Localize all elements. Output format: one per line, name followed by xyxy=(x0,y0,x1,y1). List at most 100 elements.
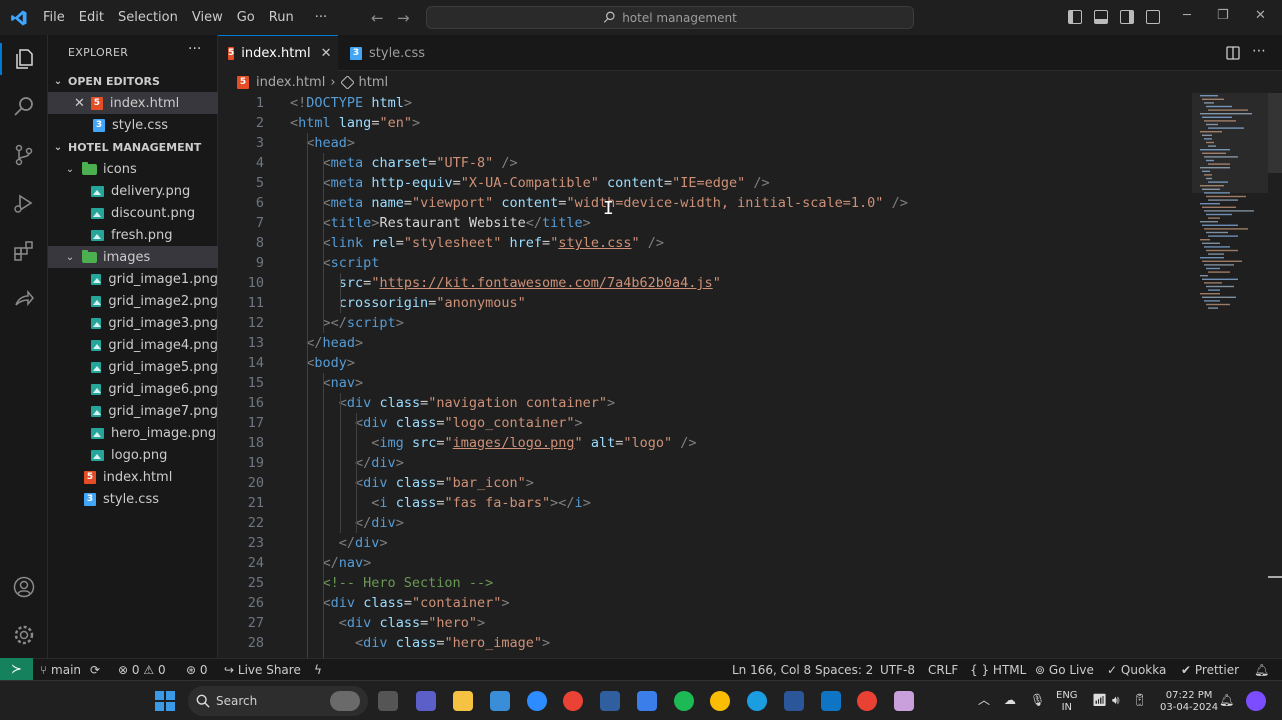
vscode-taskbar-icon[interactable] xyxy=(821,691,841,711)
tree-file[interactable]: delivery.png xyxy=(48,180,218,202)
settings-gear-icon[interactable] xyxy=(12,623,36,647)
tray-chevron-icon[interactable]: ︿ xyxy=(978,694,990,706)
code-line[interactable]: </nav> xyxy=(290,553,372,573)
snip-app-icon[interactable] xyxy=(894,691,914,711)
taskbar-search[interactable]: Search xyxy=(188,686,368,716)
breadcrumb-file[interactable]: index.html xyxy=(256,75,325,90)
tree-file[interactable]: 5 index.html xyxy=(48,466,218,488)
customize-layout-icon[interactable] xyxy=(1146,10,1160,24)
code-line[interactable]: <meta http-equiv="X-UA-Compatible" conte… xyxy=(290,173,770,193)
code-line[interactable]: <body> xyxy=(290,353,355,373)
sync-icon[interactable]: ⟳ xyxy=(90,659,100,681)
go-live-status[interactable]: ⊚ Go Live xyxy=(1035,659,1094,681)
forward-arrow-icon[interactable]: → xyxy=(397,9,410,27)
tree-file[interactable]: discount.png xyxy=(48,202,218,224)
quokka-status[interactable]: ✓ Quokka xyxy=(1107,659,1166,681)
code-line[interactable]: <div class="bar_icon"> xyxy=(290,473,534,493)
chrome-icon[interactable] xyxy=(563,691,583,711)
language-mode[interactable]: { } HTML xyxy=(970,659,1026,681)
tree-file[interactable]: grid_image3.png xyxy=(48,312,218,334)
split-editor-icon[interactable] xyxy=(1226,46,1240,60)
close-icon[interactable]: ✕ xyxy=(74,96,85,111)
toggle-panel-icon[interactable] xyxy=(1094,10,1108,24)
code-line[interactable]: <meta name="viewport" content="width=dev… xyxy=(290,193,908,213)
remote-indicator[interactable]: ≻ xyxy=(0,658,33,680)
menu-more[interactable]: ··· xyxy=(301,0,334,35)
clock[interactable]: 07:22 PM 03-04-2024 xyxy=(1160,690,1218,714)
tree-file[interactable]: grid_image2.png xyxy=(48,290,218,312)
code-line[interactable]: </div> xyxy=(290,533,388,553)
tree-file[interactable]: 3 style.css xyxy=(48,488,218,510)
branch-status[interactable]: ⑂ main xyxy=(40,659,81,681)
spotify-icon[interactable] xyxy=(674,691,694,711)
minimap-viewport[interactable] xyxy=(1192,93,1268,193)
tree-file[interactable]: fresh.png xyxy=(48,224,218,246)
code-line[interactable]: <!-- Hero Section --> xyxy=(290,573,494,593)
code-line[interactable]: <nav> xyxy=(290,373,364,393)
tree-file[interactable]: grid_image6.png xyxy=(48,378,218,400)
live-share-status[interactable]: ↪ Live Share xyxy=(224,659,301,681)
open-editors-header[interactable]: ⌄ OPEN EDITORS xyxy=(48,70,218,92)
zoom-icon[interactable] xyxy=(527,691,547,711)
tree-file[interactable]: grid_image1.png xyxy=(48,268,218,290)
chrome-alt-icon[interactable] xyxy=(857,691,877,711)
onedrive-icon[interactable]: ☁ xyxy=(1004,694,1016,706)
language-indicator[interactable]: ENG IN xyxy=(1056,690,1078,714)
end-of-line[interactable]: CRLF xyxy=(928,659,958,681)
back-arrow-icon[interactable]: ← xyxy=(371,9,384,27)
extensions-icon[interactable] xyxy=(12,239,36,263)
teams-icon[interactable] xyxy=(416,691,436,711)
code-line[interactable]: <div class="navigation container"> xyxy=(290,393,615,413)
snipping-tool-icon[interactable] xyxy=(600,691,620,711)
breadcrumb-symbol[interactable]: html xyxy=(359,75,389,90)
live-share-icon[interactable] xyxy=(12,287,36,311)
code-line[interactable]: </head> xyxy=(290,333,363,353)
run-debug-icon[interactable] xyxy=(12,191,36,215)
notepad-icon[interactable] xyxy=(490,691,510,711)
tree-folder-icons[interactable]: ⌄ icons xyxy=(48,158,218,180)
menu-view[interactable]: View xyxy=(185,0,230,35)
code-line[interactable]: <link rel="stylesheet" href="style.css" … xyxy=(290,233,665,253)
task-view-icon[interactable] xyxy=(378,691,398,711)
code-line[interactable]: <meta charset="UTF-8" /> xyxy=(290,153,518,173)
wifi-icon[interactable]: 📶︎ xyxy=(1092,694,1107,706)
word-icon[interactable] xyxy=(784,691,804,711)
sidebar-more-button[interactable]: ··· xyxy=(188,41,201,57)
code-line[interactable]: <i class="fas fa-bars"></i> xyxy=(290,493,591,513)
toggle-primary-sidebar-icon[interactable] xyxy=(1068,10,1082,24)
tree-file[interactable]: hero_image.png xyxy=(48,422,218,444)
lightning-icon[interactable]: ϟ xyxy=(314,659,322,681)
code-line[interactable]: <title>Restaurant Website</title> xyxy=(290,213,591,233)
notification-bell-icon[interactable]: 🔔︎ xyxy=(1219,694,1234,706)
problems-status[interactable]: ⊗ 0 ⚠ 0 xyxy=(118,659,166,681)
close-window-icon[interactable]: ✕ xyxy=(1255,8,1266,23)
vertical-scrollbar[interactable] xyxy=(1268,93,1282,658)
code-line[interactable]: <div class="logo_container"> xyxy=(290,413,583,433)
search-sidebar-icon[interactable] xyxy=(12,95,36,119)
prettier-status[interactable]: ✔ Prettier xyxy=(1181,659,1239,681)
tab-style-css[interactable]: 3 style.css xyxy=(340,35,458,71)
code-line[interactable]: <img src="images/logo.png" alt="logo" /> xyxy=(290,433,696,453)
code-line[interactable]: <html lang="en"> xyxy=(290,113,420,133)
scrollbar-thumb[interactable] xyxy=(1268,93,1282,173)
volume-icon[interactable]: 🔊︎ xyxy=(1112,694,1120,706)
chrome-profile-icon[interactable] xyxy=(710,691,730,711)
tab-index-html[interactable]: 5 index.html ✕ xyxy=(218,35,338,71)
copilot-icon[interactable] xyxy=(1246,691,1266,711)
menu-edit[interactable]: Edit xyxy=(72,0,111,35)
file-explorer-icon[interactable] xyxy=(453,691,473,711)
tree-file[interactable]: logo.png xyxy=(48,444,218,466)
encoding[interactable]: UTF-8 xyxy=(880,659,915,681)
maximize-icon[interactable]: ❐ xyxy=(1217,8,1229,23)
notifications-bell-icon[interactable]: 🔔︎ xyxy=(1254,659,1269,681)
tree-file[interactable]: grid_image4.png xyxy=(48,334,218,356)
code-line[interactable]: <!DOCTYPE html> xyxy=(290,93,412,113)
code-line[interactable]: <div class="hero_image"> xyxy=(290,633,550,653)
project-header[interactable]: ⌄ HOTEL MANAGEMENT xyxy=(48,136,218,158)
code-line[interactable]: <script xyxy=(290,253,380,273)
ports-status[interactable]: ⊛ 0 xyxy=(186,659,208,681)
code-line[interactable]: src="https://kit.fontawesome.com/7a4b62b… xyxy=(290,273,721,293)
power-automate-icon[interactable] xyxy=(637,691,657,711)
menu-run[interactable]: Run xyxy=(262,0,301,35)
toggle-secondary-sidebar-icon[interactable] xyxy=(1120,10,1134,24)
